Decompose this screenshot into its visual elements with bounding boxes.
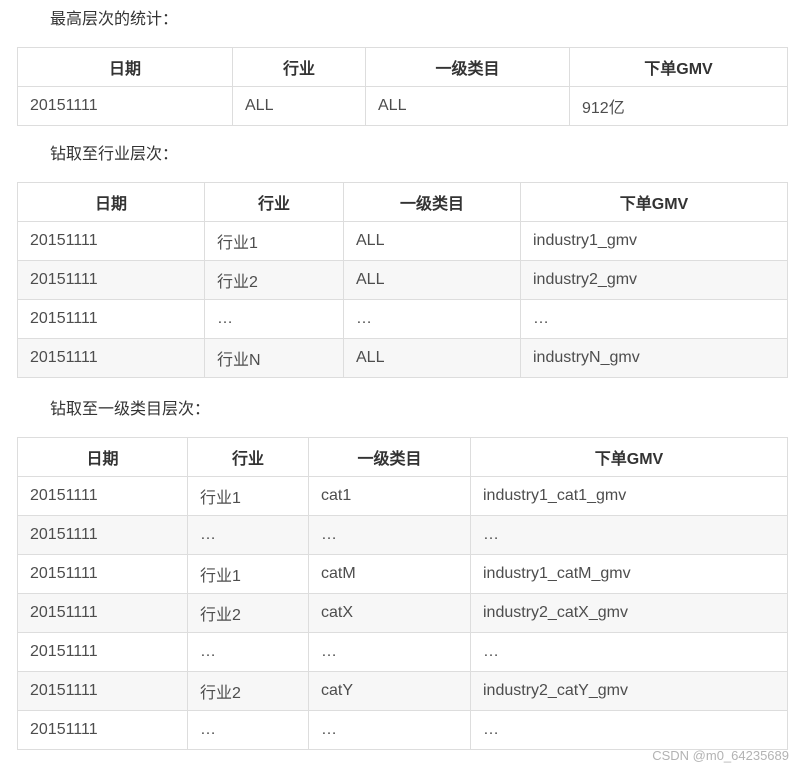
section-2-caption: 钻取至行业层次： — [50, 146, 179, 163]
cell-industry: 行业1 — [204, 221, 344, 261]
cell-category: ALL — [365, 86, 570, 126]
table-row: 20151111 … … … — [17, 299, 788, 339]
cell-category: catY — [308, 671, 471, 711]
column-header-industry: 行业 — [204, 182, 344, 222]
column-header-gmv: 下单GMV — [569, 47, 788, 87]
industry-level-table: 日期 行业 一级类目 下单GMV 20151111 行业1 ALL indust… — [17, 182, 788, 378]
cell-gmv: … — [470, 710, 788, 750]
cell-date: 20151111 — [17, 86, 233, 126]
cell-gmv: … — [520, 299, 788, 339]
cell-category: … — [308, 515, 471, 555]
section-3-caption: 钻取至一级类目层次： — [50, 401, 211, 418]
cell-gmv: industryN_gmv — [520, 338, 788, 378]
table-row: 20151111 行业2 catX industry2_catX_gmv — [17, 593, 788, 633]
cell-industry: 行业2 — [187, 593, 309, 633]
column-header-date: 日期 — [17, 182, 205, 222]
cell-industry: ALL — [232, 86, 366, 126]
cell-industry: 行业2 — [204, 260, 344, 300]
cell-category: … — [308, 632, 471, 672]
cell-gmv: industry2_catY_gmv — [470, 671, 788, 711]
cell-category: catM — [308, 554, 471, 594]
cell-industry: 行业1 — [187, 554, 309, 594]
table-row: 20151111 … … … — [17, 515, 788, 555]
column-header-category: 一级类目 — [343, 182, 521, 222]
cell-category: ALL — [343, 338, 521, 378]
csdn-watermark: CSDN @m0_64235689 — [652, 748, 789, 763]
column-header-gmv: 下单GMV — [470, 437, 788, 477]
cell-date: 20151111 — [17, 632, 188, 672]
cell-date: 20151111 — [17, 476, 188, 516]
cell-industry: 行业1 — [187, 476, 309, 516]
table-row: 20151111 ALL ALL 912亿 — [17, 86, 788, 126]
cell-category: … — [343, 299, 521, 339]
cell-date: 20151111 — [17, 299, 205, 339]
cell-gmv: industry1_gmv — [520, 221, 788, 261]
cell-gmv: 912亿 — [569, 86, 788, 126]
table-row: 20151111 行业1 catM industry1_catM_gmv — [17, 554, 788, 594]
cell-date: 20151111 — [17, 710, 188, 750]
section-1-caption: 最高层次的统计： — [50, 11, 179, 28]
cell-category: catX — [308, 593, 471, 633]
column-header-industry: 行业 — [187, 437, 309, 477]
cell-gmv: industry1_cat1_gmv — [470, 476, 788, 516]
cell-date: 20151111 — [17, 221, 205, 261]
column-header-category: 一级类目 — [308, 437, 471, 477]
table-row: 20151111 行业N ALL industryN_gmv — [17, 338, 788, 378]
table-header-row: 日期 行业 一级类目 下单GMV — [17, 437, 788, 477]
cell-category: ALL — [343, 260, 521, 300]
cell-date: 20151111 — [17, 593, 188, 633]
table-header-row: 日期 行业 一级类目 下单GMV — [17, 47, 788, 87]
cell-gmv: industry1_catM_gmv — [470, 554, 788, 594]
cell-date: 20151111 — [17, 554, 188, 594]
table-header-row: 日期 行业 一级类目 下单GMV — [17, 182, 788, 222]
cell-gmv: industry2_gmv — [520, 260, 788, 300]
cell-category: … — [308, 710, 471, 750]
cell-industry: … — [187, 710, 309, 750]
cell-gmv: … — [470, 632, 788, 672]
category-level-table: 日期 行业 一级类目 下单GMV 20151111 行业1 cat1 indus… — [17, 437, 788, 750]
column-header-date: 日期 — [17, 47, 233, 87]
table-row: 20151111 行业2 ALL industry2_gmv — [17, 260, 788, 300]
cell-industry: … — [204, 299, 344, 339]
top-level-table: 日期 行业 一级类目 下单GMV 20151111 ALL ALL 912亿 — [17, 47, 788, 126]
column-header-gmv: 下单GMV — [520, 182, 788, 222]
column-header-date: 日期 — [17, 437, 188, 477]
column-header-category: 一级类目 — [365, 47, 570, 87]
table-row: 20151111 行业2 catY industry2_catY_gmv — [17, 671, 788, 711]
cell-gmv: industry2_catX_gmv — [470, 593, 788, 633]
table-row: 20151111 … … … — [17, 632, 788, 672]
cell-industry: 行业N — [204, 338, 344, 378]
cell-category: ALL — [343, 221, 521, 261]
cell-gmv: … — [470, 515, 788, 555]
table-row: 20151111 … … … — [17, 710, 788, 750]
cell-industry: … — [187, 515, 309, 555]
table-row: 20151111 行业1 ALL industry1_gmv — [17, 221, 788, 261]
cell-industry: … — [187, 632, 309, 672]
table-row: 20151111 行业1 cat1 industry1_cat1_gmv — [17, 476, 788, 516]
cell-category: cat1 — [308, 476, 471, 516]
cell-industry: 行业2 — [187, 671, 309, 711]
cell-date: 20151111 — [17, 260, 205, 300]
column-header-industry: 行业 — [232, 47, 366, 87]
cell-date: 20151111 — [17, 671, 188, 711]
cell-date: 20151111 — [17, 338, 205, 378]
cell-date: 20151111 — [17, 515, 188, 555]
